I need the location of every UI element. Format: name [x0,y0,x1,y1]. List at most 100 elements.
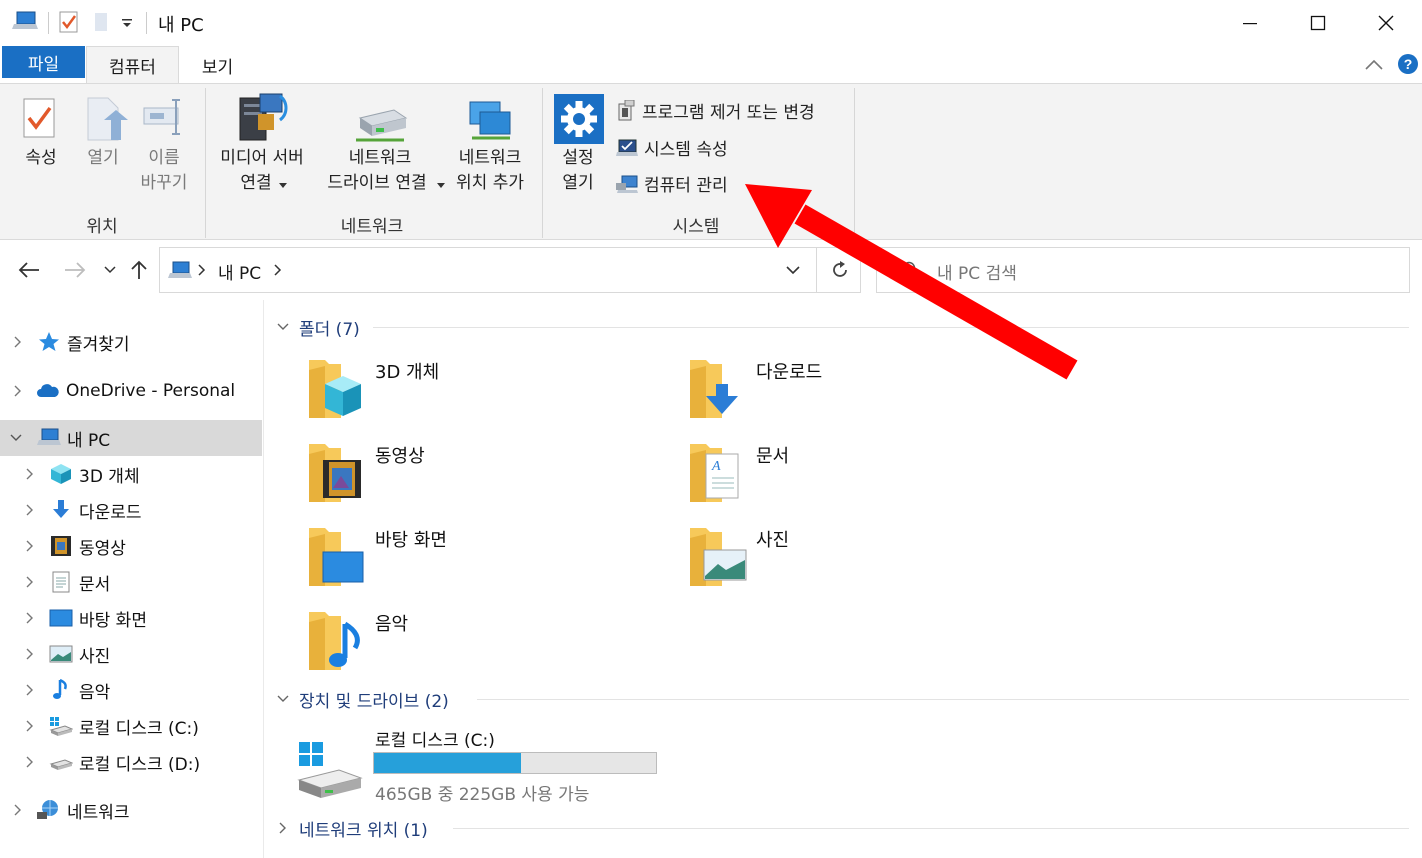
chevron-right-icon[interactable] [12,804,24,816]
add-network-location-button-line2[interactable]: 위치 추가 [446,171,534,196]
folder-label: 문서 [756,446,790,467]
chevron-right-icon[interactable] [24,756,36,768]
sidebar-item-local-disk-d[interactable]: 로컬 디스크 (D:) [0,744,262,780]
folder-3d-objects[interactable]: 3D 개체 [265,356,625,428]
map-drive-button-line1[interactable]: 네트워크 [340,146,420,171]
devices-group-header[interactable]: 장치 및 드라이브 (2) [277,686,449,712]
address-history-chevron-icon[interactable] [786,266,800,275]
open-settings-button-line2[interactable]: 열기 [552,171,604,196]
properties-icon[interactable] [20,96,60,142]
computer-management-button[interactable]: 컴퓨터 관리 [616,171,728,196]
properties-button[interactable]: 속성 [14,146,68,171]
minimize-button[interactable] [1216,0,1284,46]
chevron-right-icon[interactable] [24,648,36,660]
chevron-down-icon[interactable] [279,183,287,189]
new-folder-quick-icon[interactable] [92,10,110,34]
windows-drive-icon [49,717,73,736]
folder-label: 사진 [756,530,790,551]
up-arrow-icon[interactable] [130,260,148,280]
chevron-right-icon[interactable] [24,540,36,552]
tab-view[interactable]: 보기 [180,46,255,84]
add-network-location-icon[interactable] [466,98,514,142]
breadcrumb-separator-icon[interactable] [274,264,282,276]
breadcrumb-separator-icon[interactable] [198,264,206,276]
sidebar-item-documents[interactable]: 문서 [0,564,262,600]
chevron-down-icon[interactable] [277,322,289,332]
open-icon[interactable] [84,94,128,144]
computer-management-label: 컴퓨터 관리 [644,176,728,196]
sidebar-item-videos[interactable]: 동영상 [0,528,262,564]
chevron-right-icon[interactable] [24,612,36,624]
folder-pictures[interactable]: 사진 [646,524,1006,596]
media-server-button-line2[interactable]: 연결 [210,171,302,196]
network-locations-header-label: 네트워크 위치 (1) [299,820,428,841]
title-bar: 내 PC [0,0,1422,46]
system-properties-button[interactable]: 시스템 속성 [616,135,728,160]
chevron-right-icon[interactable] [12,336,24,348]
uninstall-program-button[interactable]: 프로그램 제거 또는 변경 [616,98,815,123]
address-bar[interactable]: 내 PC [159,247,861,293]
navigation-bar: 내 PC 내 PC 검색 [0,241,1422,299]
chevron-down-icon[interactable] [277,694,289,704]
rename-icon[interactable] [142,98,188,138]
folder-documents[interactable]: A 문서 [646,440,1006,512]
sidebar-item-3d-objects[interactable]: 3D 개체 [0,456,262,492]
collapse-ribbon-icon[interactable] [1364,58,1384,72]
properties-quick-icon[interactable] [58,10,80,34]
chevron-right-icon[interactable] [24,684,36,696]
back-arrow-icon[interactable] [18,262,40,278]
sidebar-item-this-pc[interactable]: 내 PC [0,420,262,456]
open-settings-button-line1[interactable]: 설정 [552,146,604,171]
breadcrumb-this-pc[interactable]: 내 PC [218,259,261,284]
network-locations-group-header[interactable]: 네트워크 위치 (1) [277,815,428,841]
forward-arrow-icon[interactable] [64,262,86,278]
sidebar-item-label: 바탕 화면 [79,610,147,631]
open-button[interactable]: 열기 [80,146,126,171]
sidebar-item-music[interactable]: 음악 [0,672,262,708]
chevron-down-icon[interactable] [437,183,445,189]
map-drive-icon[interactable] [354,104,408,142]
folder-music[interactable]: 음악 [265,608,625,680]
tab-file[interactable]: 파일 [2,46,85,78]
settings-gear-icon[interactable] [554,94,604,144]
media-server-button-line1[interactable]: 미디어 서버 [210,146,314,171]
chevron-right-icon[interactable] [24,576,36,588]
drive-local-disk-c[interactable]: 로컬 디스크 (C:) 465GB 중 225GB 사용 가능 [295,731,695,810]
sidebar-item-desktop[interactable]: 바탕 화면 [0,600,262,636]
help-icon[interactable]: ? [1397,53,1419,75]
customize-dropdown-icon[interactable] [120,16,134,30]
refresh-icon[interactable] [830,260,850,280]
sidebar-item-downloads[interactable]: 다운로드 [0,492,262,528]
chevron-right-icon[interactable] [24,504,36,516]
sidebar-item-onedrive[interactable]: OneDrive - Personal [0,373,262,409]
map-drive-button-line2[interactable]: 드라이브 연결 [316,171,438,196]
recent-locations-chevron-icon[interactable] [104,266,116,274]
close-button[interactable] [1352,0,1420,46]
system-properties-label: 시스템 속성 [644,140,728,160]
folders-group-header[interactable]: 폴더 (7) [277,314,360,340]
rename-button-line2[interactable]: 바꾸기 [132,171,196,196]
chevron-down-icon[interactable] [10,432,22,444]
add-network-location-button-line1[interactable]: 네트워크 [450,146,530,171]
divider [477,699,1409,700]
maximize-button[interactable] [1284,0,1352,46]
chevron-right-icon[interactable] [277,822,289,834]
folder-desktop[interactable]: 바탕 화면 [265,524,625,596]
tab-computer[interactable]: 컴퓨터 [86,46,179,84]
sidebar-item-pictures[interactable]: 사진 [0,636,262,672]
sidebar-item-network[interactable]: 네트워크 [0,792,262,828]
search-box[interactable]: 내 PC 검색 [876,247,1410,293]
uninstall-label: 프로그램 제거 또는 변경 [642,103,815,123]
folder-videos[interactable]: 동영상 [265,440,625,512]
sidebar-item-quick-access[interactable]: 즐겨찾기 [0,324,262,360]
media-server-icon[interactable] [236,92,290,144]
folder-downloads[interactable]: 다운로드 [646,356,1006,428]
chevron-right-icon[interactable] [24,720,36,732]
rename-button-line1[interactable]: 이름 [132,146,196,171]
sidebar-item-label: 동영상 [79,538,126,559]
chevron-right-icon[interactable] [24,468,36,480]
sidebar-item-label: 즐겨찾기 [67,334,130,355]
sidebar-item-label: 네트워크 [67,802,130,823]
sidebar-item-local-disk-c[interactable]: 로컬 디스크 (C:) [0,708,262,744]
chevron-right-icon[interactable] [12,385,24,397]
